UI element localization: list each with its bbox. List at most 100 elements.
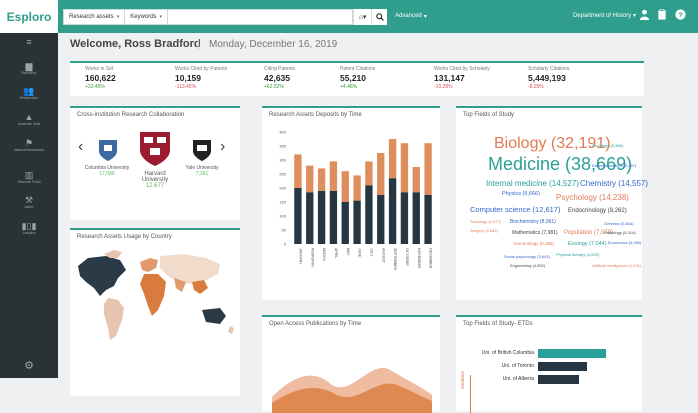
advanced-search-link[interactable]: Advanced ▾ <box>395 13 427 20</box>
word-internal-medicine[interactable]: Internal medicine (14,527) <box>486 180 579 188</box>
user-icon[interactable] <box>639 9 650 20</box>
x-tick-label: JULY <box>369 248 373 257</box>
help-icon[interactable]: ? <box>675 9 686 20</box>
etd-bar[interactable] <box>538 375 579 384</box>
etd-bar[interactable] <box>538 349 606 358</box>
bar-segment[interactable] <box>341 202 349 244</box>
sidebar-item-label: Analytics <box>22 231 36 235</box>
sidebar-item-researchers[interactable]: 👥 Researchers <box>0 86 58 100</box>
bar-segment[interactable] <box>424 143 432 195</box>
stat-works-cited-scholarly[interactable]: Works Cited by Scholarly 131,147 -10.28% <box>434 66 490 90</box>
search-filter-button[interactable]: ⌂▾ <box>353 8 372 25</box>
stat-scholarly-citations[interactable]: Scholarly Citations 5,449,193 -8.29% <box>528 66 569 90</box>
bar-segment[interactable] <box>388 178 397 244</box>
search-field-select[interactable]: Keywords ▾ <box>125 8 169 25</box>
word-biochemistry[interactable]: Biochemistry (8,961) <box>510 220 556 225</box>
university-harvard[interactable]: Harvard University 12,677 <box>132 171 178 189</box>
search-input[interactable] <box>168 8 354 25</box>
word-sociology-2[interactable]: Sociology (5,385) <box>592 144 623 148</box>
stat-works-cited-patents[interactable]: Works Cited by Patents 10,159 -113.45% <box>175 66 227 90</box>
word-endocrinology[interactable]: Endocrinology (8,262) <box>568 208 627 214</box>
bar-segment[interactable] <box>329 161 338 191</box>
y-tick-label: 50 <box>282 228 287 233</box>
stat-label: Works Cited by Scholarly <box>434 66 490 72</box>
word-ecology[interactable]: Ecology (7,044) <box>568 241 607 248</box>
word-social-psychology[interactable]: Social psychology (3,643) <box>504 255 550 259</box>
bar-segment[interactable] <box>294 154 302 188</box>
sidebar-item-national-assessment[interactable]: ⚑ National Assessment <box>0 138 58 152</box>
page-title: Welcome, Ross Bradford <box>70 38 201 50</box>
chevron-right-icon[interactable]: › <box>220 138 225 156</box>
y-tick-label: 350 <box>279 144 286 149</box>
word-physics[interactable]: Physics (9,666) <box>502 191 540 198</box>
department-label: Department of History <box>572 13 632 19</box>
bar-segment[interactable] <box>317 190 326 244</box>
stat-change: -10.28% <box>434 84 453 90</box>
university-count: 17,080 <box>99 171 115 177</box>
word-chemistry[interactable]: Chemistry (14,557) <box>580 180 648 188</box>
word-computer-science[interactable]: Computer science (12,617) <box>470 206 560 214</box>
bar-segment[interactable] <box>329 190 338 244</box>
bar-segment[interactable] <box>365 161 373 186</box>
university-columbia[interactable]: Columbia University 17,080 <box>84 165 130 177</box>
etd-bar[interactable] <box>538 362 587 371</box>
word-engineering[interactable]: Engineering (4,552) <box>510 264 545 268</box>
sidebar-settings[interactable]: ⚙ <box>0 361 58 372</box>
search-scope-select[interactable]: Research assets ▾ <box>63 8 126 25</box>
yale-logo <box>193 140 211 161</box>
bar-segment[interactable] <box>400 192 409 244</box>
bar-segment[interactable] <box>353 175 361 201</box>
bar-segment[interactable] <box>400 143 409 193</box>
word-economics[interactable]: Economics (5,060) <box>608 241 641 245</box>
app-logo[interactable]: Esploro <box>0 0 58 33</box>
card-title: Cross-institution Research Collaboration <box>77 112 185 118</box>
word-genetics[interactable]: Genetics (5,844) <box>604 222 634 226</box>
bar-segment[interactable] <box>365 185 373 244</box>
stat-patent-citations[interactable]: Patent Citations 55,210 +4.46% <box>340 66 375 90</box>
university-yale[interactable]: Yale University 7,261 <box>184 165 220 177</box>
bar-segment[interactable] <box>424 195 432 244</box>
word-physical-therapy[interactable]: Physical therapy (4,000) <box>556 253 599 257</box>
word-sociology[interactable]: Sociology (4,977) <box>470 220 501 224</box>
document-icon: ▆ <box>25 61 33 71</box>
bar-segment[interactable] <box>377 153 385 195</box>
word-psychology[interactable]: Psychology (14,238) <box>556 194 629 202</box>
sidebar-item-admin[interactable]: ⚒ Admin <box>0 195 58 209</box>
top-fields-card: Top Fields of Study Biology (32,191) Med… <box>456 106 648 300</box>
bar-segment[interactable] <box>306 192 314 244</box>
bar-segment[interactable] <box>294 188 302 244</box>
chevron-left-icon[interactable]: ‹ <box>78 138 83 156</box>
word-surgery[interactable]: Surgery (4,643) <box>470 229 498 233</box>
sidebar-item-repository[interactable]: ▆ Repository <box>0 61 58 75</box>
word-ai[interactable]: Artificial intelligence (4,474) <box>592 264 641 268</box>
etd-axis-label: Medicine <box>460 370 465 389</box>
bar-segment[interactable] <box>317 168 326 191</box>
sidebar-item-research-portal[interactable]: ▥ Research Portal <box>0 170 58 184</box>
word-mathematics[interactable]: Mathematics (7,981) <box>512 231 558 236</box>
sidebar-menu-toggle[interactable]: ≡ <box>0 37 58 47</box>
stat-citing-patents[interactable]: Citing Patents 42,635 +62.52% <box>264 66 295 90</box>
bar-segment[interactable] <box>412 192 420 244</box>
card-title: Top Fields of Study- ETDs <box>463 321 533 327</box>
department-select[interactable]: Department of History ▾ <box>573 12 636 19</box>
bar-segment[interactable] <box>412 167 420 193</box>
bar-segment[interactable] <box>306 165 314 193</box>
stat-works-in-set[interactable]: Works in Set 160,622 +33.45% <box>85 66 116 90</box>
word-immunology[interactable]: Immunology (6,386) <box>514 241 554 247</box>
sidebar-item-academic-units[interactable]: ▲ Academic Units <box>0 112 58 126</box>
university-name: Harvard University <box>141 171 169 183</box>
bar-segment[interactable] <box>353 200 361 244</box>
chevron-down-icon: ▾ <box>423 14 427 20</box>
bar-segment[interactable] <box>341 171 349 202</box>
word-pathology[interactable]: Pathology (5,314) <box>604 231 636 235</box>
bar-segment[interactable] <box>388 139 397 179</box>
world-map[interactable] <box>74 248 236 358</box>
clipboard-icon[interactable] <box>657 9 667 20</box>
bar-segment[interactable] <box>377 195 385 244</box>
university-count: 12,677 <box>145 183 165 189</box>
word-diabetes[interactable]: Diabetes mellitus (6,267) <box>592 164 636 168</box>
sidebar-item-analytics[interactable]: ▮▯▮ Analytics <box>0 221 58 235</box>
search-button[interactable] <box>371 8 388 25</box>
stat-value: 42,635 <box>264 73 290 83</box>
stat-value: 55,210 <box>340 73 366 83</box>
